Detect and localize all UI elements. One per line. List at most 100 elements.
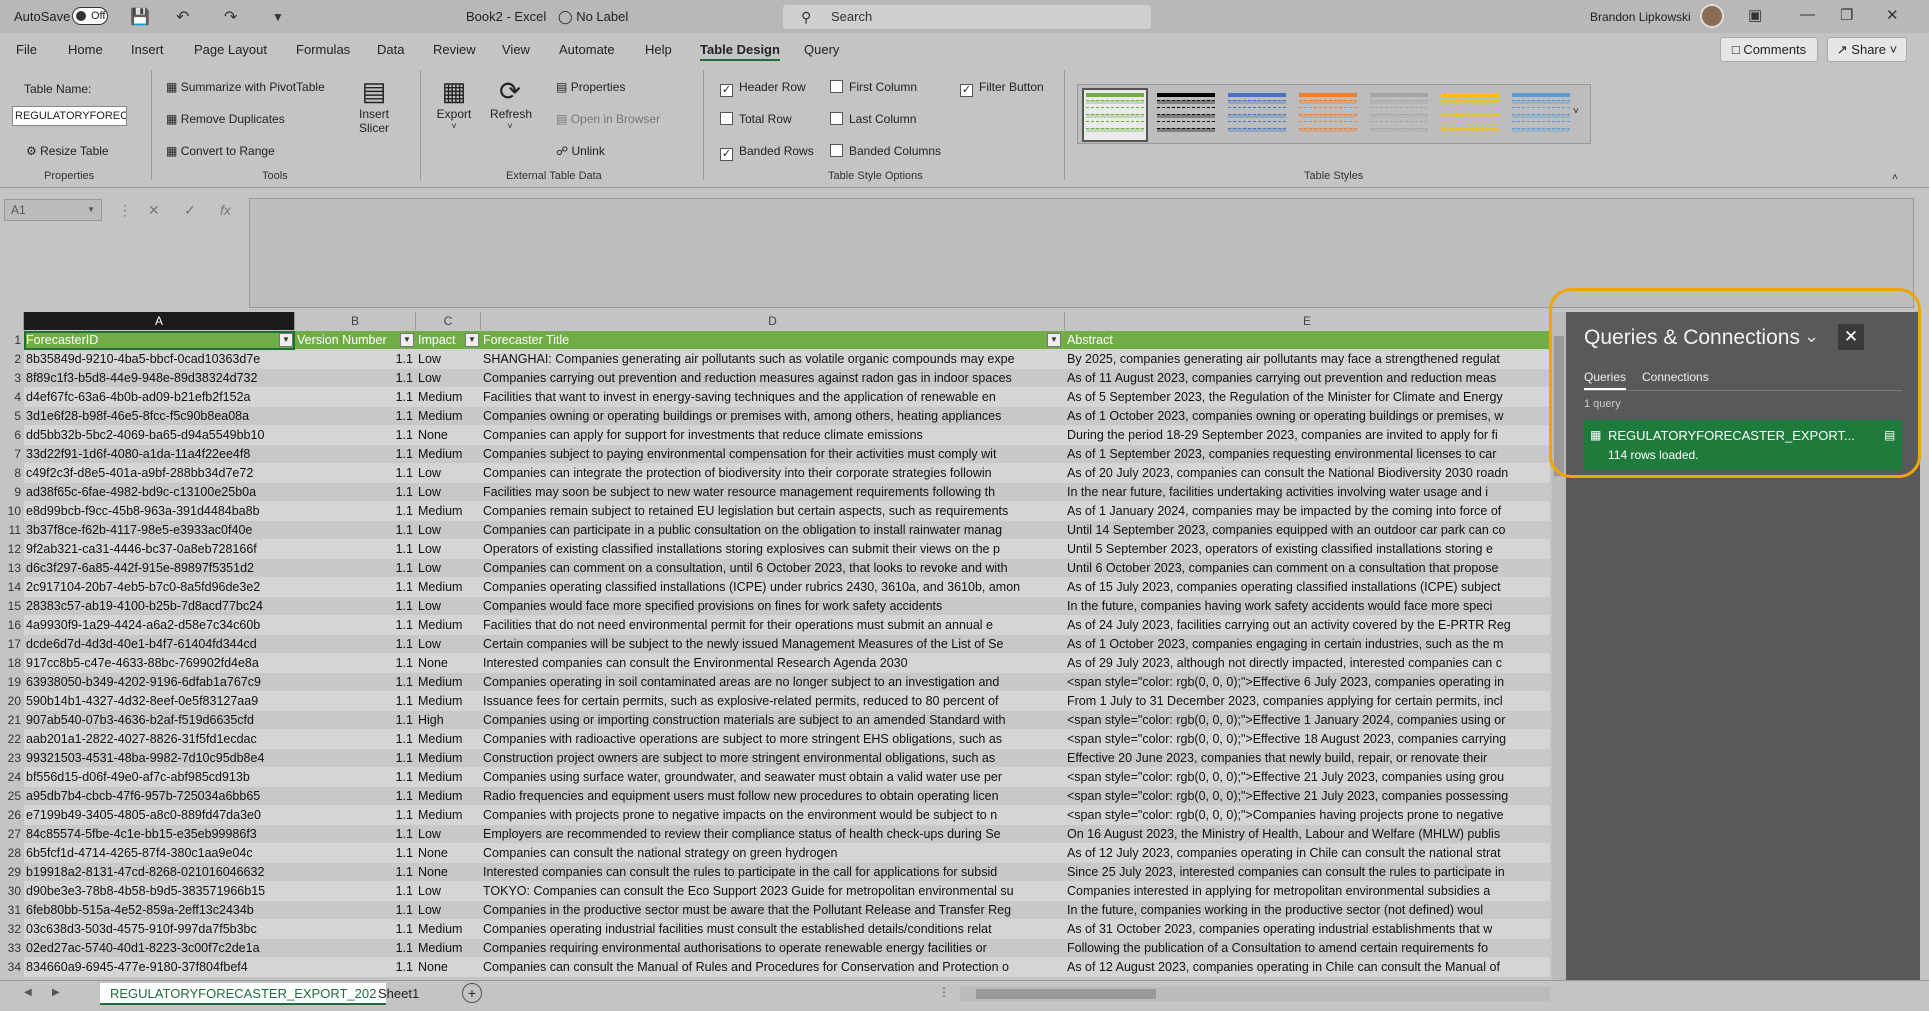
save-icon[interactable]: 💾 [130, 7, 150, 27]
table-cell[interactable]: 1.1 [295, 749, 416, 768]
table-cell[interactable]: 917cc8b5-c47e-4633-88bc-769902fd4e8a [24, 654, 295, 673]
table-cell[interactable]: Medium [416, 502, 481, 521]
table-cell[interactable]: 1.1 [295, 350, 416, 369]
filter-button-checkbox[interactable]: ✓ Filter Button [960, 80, 1044, 97]
insert-slicer-button[interactable]: ▤ Insert Slicer [356, 76, 392, 135]
table-cell[interactable]: In the future, companies working in the … [1065, 901, 1550, 920]
table-cell[interactable]: e7199b49-3405-4805-a8c0-889fd47da3e0 [24, 806, 295, 825]
table-cell[interactable]: b19918a2-8131-47cd-8268-021016046632 [24, 863, 295, 882]
table-style-swatch[interactable] [1155, 90, 1217, 140]
table-cell[interactable]: Low [416, 882, 481, 901]
name-box-dropdown-icon[interactable]: ▼ [87, 200, 95, 220]
table-cell[interactable]: As of 1 October 2023, companies engaging… [1065, 635, 1550, 654]
table-header-cell[interactable]: Abstract [1065, 331, 1550, 350]
tab-page-layout[interactable]: Page Layout [194, 42, 267, 57]
table-cell[interactable]: 1.1 [295, 825, 416, 844]
column-header-d[interactable]: D [481, 312, 1065, 330]
table-cell[interactable]: As of 12 July 2023, companies operating … [1065, 844, 1550, 863]
row-header[interactable]: 34 [0, 958, 24, 977]
table-cell[interactable]: Companies operating in soil contaminated… [481, 673, 1065, 692]
tab-table-design[interactable]: Table Design [700, 42, 780, 61]
minimize-icon[interactable]: — [1800, 6, 1815, 23]
table-cell[interactable]: Until 6 October 2023, companies can comm… [1065, 559, 1550, 578]
table-cell[interactable]: 02ed27ac-5740-40d1-8223-3c00f7c2de1a [24, 939, 295, 958]
row-header[interactable]: 22 [0, 730, 24, 749]
table-cell[interactable]: 1.1 [295, 521, 416, 540]
table-cell[interactable]: 1.1 [295, 654, 416, 673]
table-cell[interactable]: c49f2c3f-d8e5-401a-a9bf-288bb34d7e72 [24, 464, 295, 483]
table-cell[interactable]: <span style="color: rgb(0, 0, 0);">Effec… [1065, 787, 1550, 806]
table-cell[interactable]: e8d99bcb-f9cc-45b8-963a-391d4484ba8b [24, 502, 295, 521]
table-cell[interactable]: Operators of existing classified install… [481, 540, 1065, 559]
table-cell[interactable]: 1.1 [295, 445, 416, 464]
table-cell[interactable]: Facilities that do not need environmenta… [481, 616, 1065, 635]
table-cell[interactable]: 1.1 [295, 806, 416, 825]
table-cell[interactable]: As of 29 July 2023, although not directl… [1065, 654, 1550, 673]
last-column-checkbox[interactable]: Last Column [830, 112, 916, 126]
row-header[interactable]: 24 [0, 768, 24, 787]
table-cell[interactable]: As of 20 July 2023, companies can consul… [1065, 464, 1550, 483]
horizontal-scrollbar[interactable] [960, 987, 1550, 1001]
table-cell[interactable]: As of 1 January 2024, companies may be i… [1065, 502, 1550, 521]
row-header[interactable]: 13 [0, 559, 24, 578]
row-header[interactable]: 17 [0, 635, 24, 654]
table-style-swatch[interactable] [1439, 90, 1501, 140]
table-cell[interactable]: Companies in the productive sector must … [481, 901, 1065, 920]
table-cell[interactable]: 6b5fcf1d-4714-4265-87f4-380c1aa9e04c [24, 844, 295, 863]
table-cell[interactable]: Low [416, 464, 481, 483]
table-cell[interactable]: As of 24 July 2023, facilities carrying … [1065, 616, 1550, 635]
row-header[interactable]: 5 [0, 407, 24, 426]
row-header[interactable]: 21 [0, 711, 24, 730]
row-header[interactable]: 9 [0, 483, 24, 502]
remove-duplicates-button[interactable]: ▦ Remove Duplicates [166, 112, 285, 126]
table-cell[interactable]: During the period 18-29 September 2023, … [1065, 426, 1550, 445]
table-cell[interactable]: d4ef67fc-63a6-4b0b-ad09-b21efb2f152a [24, 388, 295, 407]
table-cell[interactable]: 1.1 [295, 787, 416, 806]
table-cell[interactable]: 9f2ab321-ca31-4446-bc37-0a8eb728166f [24, 540, 295, 559]
column-header-a[interactable]: A [24, 312, 295, 330]
table-cell[interactable]: Companies with radioactive operations ar… [481, 730, 1065, 749]
table-cell[interactable]: 1.1 [295, 559, 416, 578]
table-cell[interactable]: <span style="color: rgb(0, 0, 0);">Effec… [1065, 768, 1550, 787]
tab-queries[interactable]: Queries [1584, 370, 1627, 390]
table-cell[interactable]: 1.1 [295, 502, 416, 521]
banded-rows-checkbox[interactable]: ✓ Banded Rows [720, 144, 814, 161]
table-cell[interactable]: dcde6d7d-4d3d-40e1-b4f7-61404fd344cd [24, 635, 295, 654]
resize-table-button[interactable]: ⚙ Resize Table [26, 144, 109, 158]
table-cell[interactable]: Medium [416, 616, 481, 635]
table-cell[interactable]: Medium [416, 787, 481, 806]
table-cell[interactable]: Low [416, 483, 481, 502]
table-cell[interactable]: 1.1 [295, 939, 416, 958]
tab-view[interactable]: View [502, 42, 530, 57]
table-cell[interactable]: 33d22f91-1d6f-4080-a1da-11a4f22ee4f8 [24, 445, 295, 464]
share-button[interactable]: ↗ Share ˅ [1827, 37, 1907, 62]
table-cell[interactable]: <span style="color: rgb(0, 0, 0);">Effec… [1065, 673, 1550, 692]
table-cell[interactable]: 1.1 [295, 483, 416, 502]
table-cell[interactable]: 8f89c1f3-b5d8-44e9-948e-89d38324d732 [24, 369, 295, 388]
collapse-ribbon-icon[interactable]: ˄ [1892, 172, 1898, 183]
table-cell[interactable]: Low [416, 559, 481, 578]
prev-sheet-icon[interactable]: ◀ [24, 987, 32, 998]
ribbon-display-icon[interactable]: ▣ [1748, 6, 1762, 24]
table-cell[interactable]: Following the publication of a Consultat… [1065, 939, 1550, 958]
table-cell[interactable]: 84c85574-5fbe-4c1e-bb15-e35eb99986f3 [24, 825, 295, 844]
table-cell[interactable]: d90be3e3-78b8-4b58-b9d5-383571966b15 [24, 882, 295, 901]
tab-insert[interactable]: Insert [131, 42, 164, 57]
table-cell[interactable]: a95db7b4-cbcb-47f6-957b-725034a6bb65 [24, 787, 295, 806]
undo-icon[interactable]: ↶ [176, 7, 189, 27]
add-sheet-icon[interactable]: + [462, 983, 482, 1003]
table-cell[interactable]: Facilities that want to invest in energy… [481, 388, 1065, 407]
table-cell[interactable]: As of 1 September 2023, companies reques… [1065, 445, 1550, 464]
table-cell[interactable]: Medium [416, 749, 481, 768]
table-cell[interactable]: 63938050-b349-4202-9196-6dfab1a767c9 [24, 673, 295, 692]
table-cell[interactable]: 1.1 [295, 863, 416, 882]
table-cell[interactable]: As of 31 October 2023, companies operati… [1065, 920, 1550, 939]
sheet-tab-export[interactable]: REGULATORYFORECASTER_EXPORT_202 [100, 983, 387, 1005]
tab-splitter-icon[interactable]: ⋮ [938, 985, 950, 999]
table-cell[interactable]: 4a9930f9-1a29-4424-a6a2-d58e7c34c60b [24, 616, 295, 635]
search-box[interactable]: ⚲ Search [783, 5, 1151, 29]
table-cell[interactable]: None [416, 863, 481, 882]
table-cell[interactable]: As of 15 July 2023, companies operating … [1065, 578, 1550, 597]
table-cell[interactable]: From 1 July to 31 December 2023, compani… [1065, 692, 1550, 711]
table-cell[interactable]: Companies can comment on a consultation,… [481, 559, 1065, 578]
